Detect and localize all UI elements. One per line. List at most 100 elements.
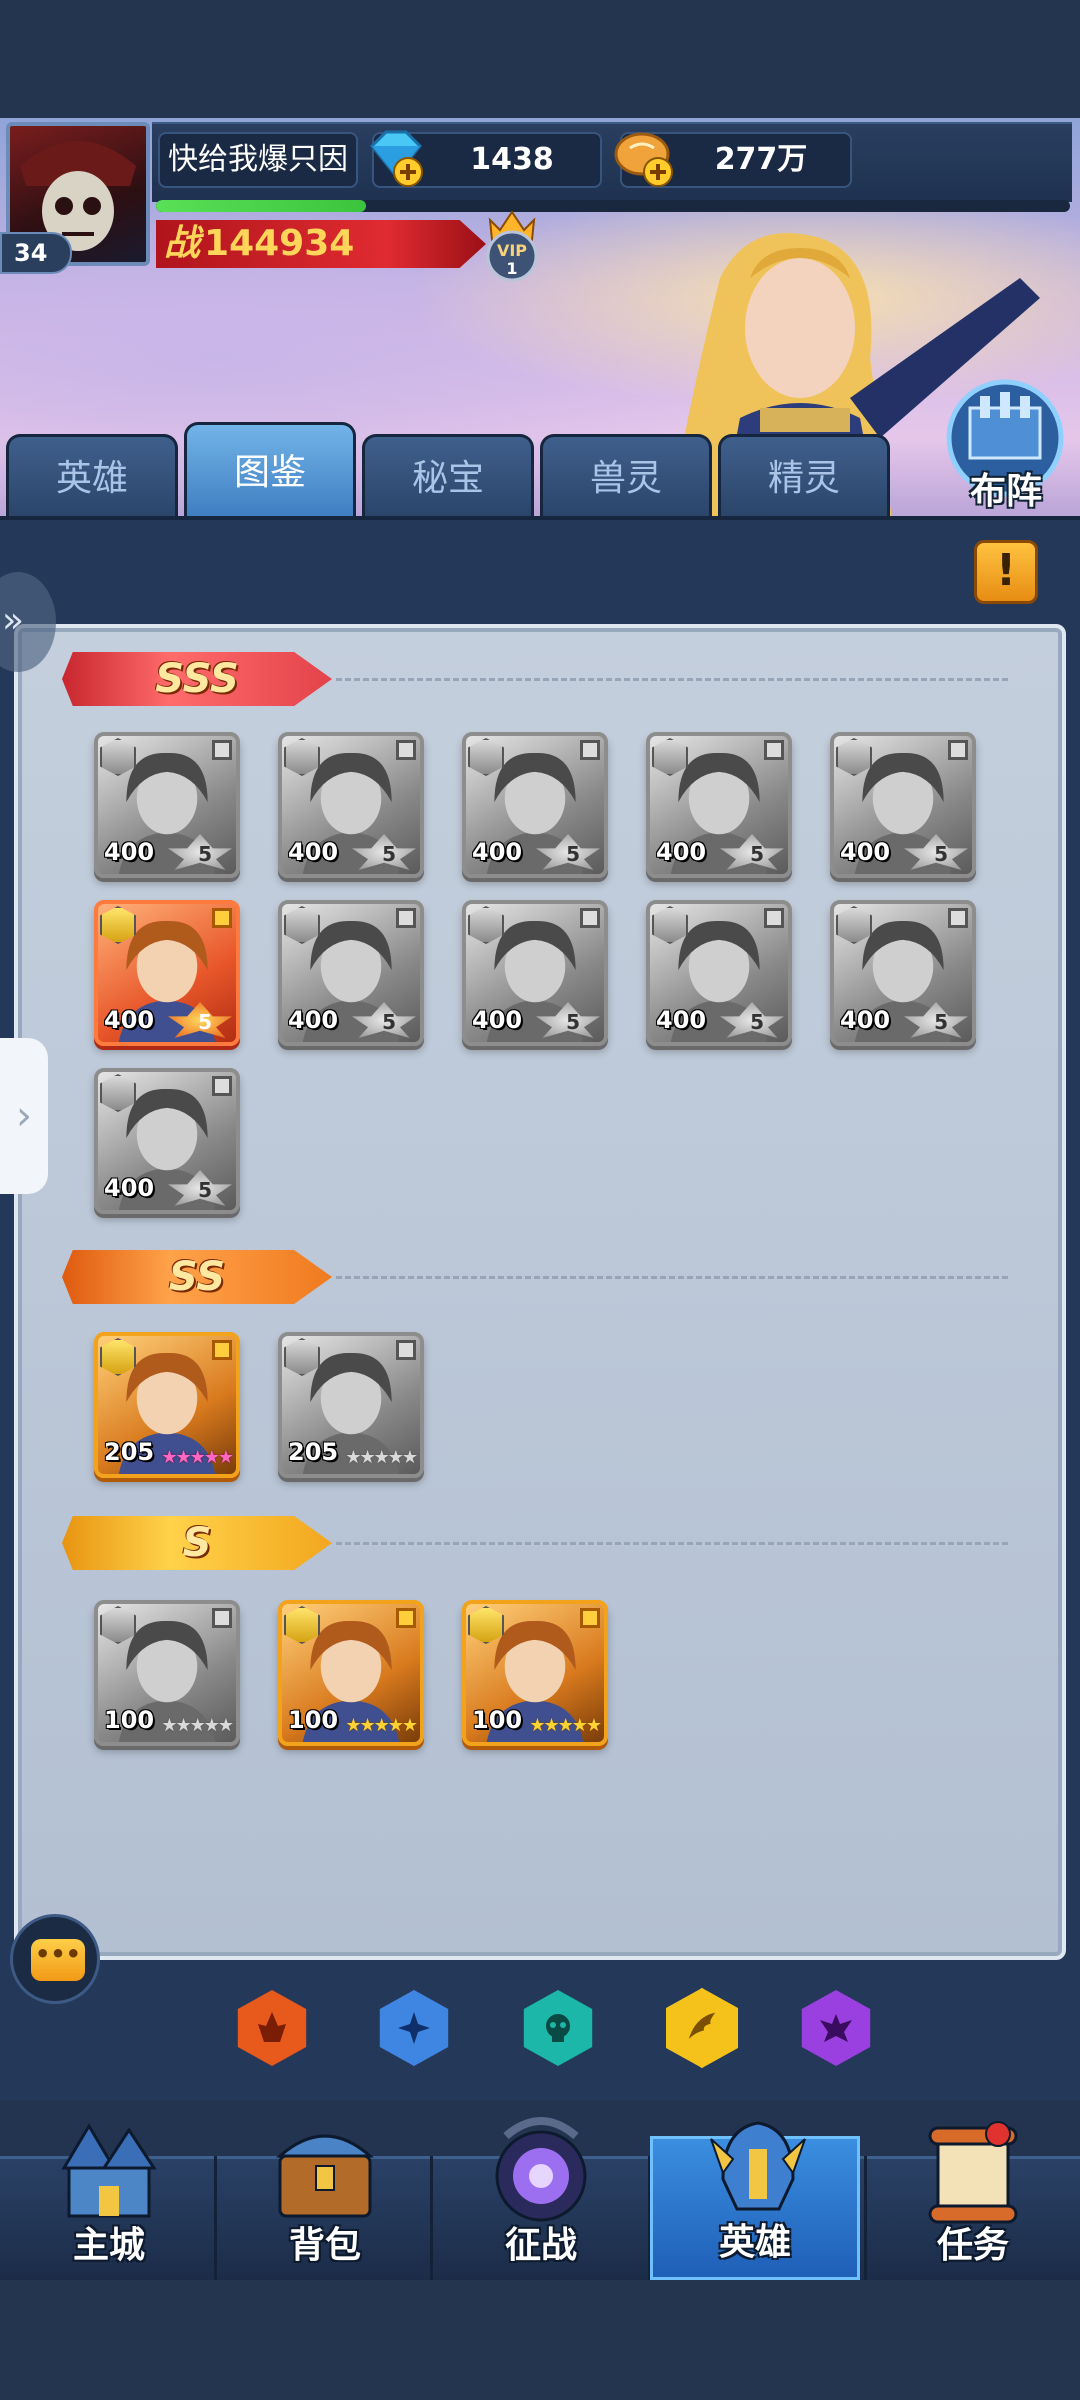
exp-progress-fill: [156, 200, 367, 212]
class-corner-icon: [212, 1340, 232, 1360]
hero-level: 400: [472, 1006, 523, 1034]
gold-add-icon[interactable]: [612, 126, 678, 190]
star-count: 5: [566, 1010, 580, 1034]
player-level-badge: 34: [0, 232, 72, 274]
star-rating: ★★★★★: [529, 1715, 602, 1736]
hero-card[interactable]: 400 5: [830, 732, 976, 878]
hero-level: 400: [656, 1006, 707, 1034]
warning-button[interactable]: !: [974, 540, 1038, 604]
hero-level: 100: [104, 1706, 155, 1734]
chat-button[interactable]: •••: [10, 1914, 100, 2004]
star-count: 5: [198, 1178, 212, 1202]
hero-card[interactable]: 100 ★★★★★: [94, 1600, 240, 1746]
hero-level: 400: [840, 838, 891, 866]
nav-campaign[interactable]: 征战: [436, 2106, 646, 2280]
class-corner-icon: [948, 740, 968, 760]
side-drawer-handle[interactable]: ›: [0, 1038, 48, 1194]
nav-quests-label: 任务: [936, 2225, 1009, 2266]
rank-sss-divider: [336, 678, 1008, 681]
hero-card[interactable]: 100 ★★★★★: [462, 1600, 608, 1746]
hero-level: 400: [656, 838, 707, 866]
star-rating: ★★★★★: [345, 1715, 418, 1736]
tab-beast-spirit[interactable]: 兽灵: [540, 434, 712, 520]
class-corner-icon: [212, 740, 232, 760]
hero-level: 400: [840, 1006, 891, 1034]
combat-power-bar: 战 144934: [156, 220, 486, 268]
class-corner-icon: [212, 908, 232, 928]
class-corner-icon: [396, 1340, 416, 1360]
class-corner-icon: [764, 908, 784, 928]
hero-card[interactable]: 400 5: [462, 900, 608, 1046]
hero-card[interactable]: 400 5: [646, 900, 792, 1046]
hero-level: 400: [104, 1006, 155, 1034]
nav-backpack-label: 背包: [288, 2225, 361, 2266]
hero-level: 100: [288, 1706, 339, 1734]
hero-level: 400: [472, 838, 523, 866]
chat-icon: •••: [31, 1939, 85, 1981]
double-chevron-icon: »: [2, 600, 25, 641]
nav-heroes[interactable]: 英雄: [650, 2121, 860, 2280]
nav-separator: [864, 2156, 867, 2280]
status-bar-area: [0, 0, 1080, 118]
hero-card[interactable]: 400 5: [830, 900, 976, 1046]
tab-heroes[interactable]: 英雄: [6, 434, 178, 520]
class-corner-icon: [212, 1076, 232, 1096]
class-corner-icon: [396, 740, 416, 760]
tab-treasure[interactable]: 秘宝: [362, 434, 534, 520]
hero-card[interactable]: 400 5: [94, 1068, 240, 1214]
star-rating: ★★★★★: [345, 1447, 418, 1468]
star-count: 5: [750, 1010, 764, 1034]
class-corner-icon: [580, 1608, 600, 1628]
class-corner-icon: [396, 1608, 416, 1628]
vip-badge[interactable]: VIP 1: [476, 206, 548, 284]
hero-level: 205: [288, 1438, 339, 1466]
hero-card[interactable]: 205 ★★★★★: [94, 1332, 240, 1478]
hero-level: 400: [288, 838, 339, 866]
nav-separator: [214, 2156, 217, 2280]
star-count: 5: [934, 1010, 948, 1034]
star-count: 5: [198, 842, 212, 866]
tab-elf[interactable]: 精灵: [718, 434, 890, 520]
hero-card[interactable]: 400 5: [278, 732, 424, 878]
star-count: 5: [566, 842, 580, 866]
star-rating: ★★★★★: [161, 1715, 234, 1736]
rank-ss-ribbon: SS: [62, 1250, 332, 1304]
lineup-label: 布阵: [969, 471, 1042, 512]
star-count: 5: [382, 842, 396, 866]
rank-s-divider: [336, 1542, 1008, 1545]
hero-card[interactable]: 400 5: [462, 732, 608, 878]
hero-level: 205: [104, 1438, 155, 1466]
star-count: 5: [934, 842, 948, 866]
nav-backpack[interactable]: 背包: [220, 2106, 430, 2280]
tab-codex[interactable]: 图鉴: [184, 422, 356, 520]
star-rating: ★★★★★: [161, 1447, 234, 1468]
hero-level: 100: [472, 1706, 523, 1734]
nav-separator: [430, 2156, 433, 2280]
nav-main-city[interactable]: 主城: [4, 2106, 214, 2280]
nav-quests[interactable]: 任务: [868, 2106, 1078, 2280]
hero-level: 400: [104, 838, 155, 866]
tab-bar: 英雄 图鉴 秘宝 兽灵 精灵: [0, 422, 920, 520]
nav-main-city-label: 主城: [72, 2225, 145, 2266]
nav-heroes-label: 英雄: [718, 2222, 791, 2263]
class-corner-icon: [580, 908, 600, 928]
class-corner-icon: [212, 1608, 232, 1628]
power-prefix: 战: [164, 223, 201, 264]
class-corner-icon: [580, 740, 600, 760]
rank-sss-ribbon: SSS: [62, 652, 332, 706]
star-count: 5: [750, 842, 764, 866]
hero-card[interactable]: 205 ★★★★★: [278, 1332, 424, 1478]
nav-campaign-label: 征战: [504, 2225, 577, 2266]
hero-card[interactable]: 400 5: [646, 732, 792, 878]
player-name: 快给我爆只因: [158, 132, 358, 188]
star-count: 5: [382, 1010, 396, 1034]
gem-count: 1438: [470, 142, 554, 177]
hero-card[interactable]: 400 5: [94, 732, 240, 878]
combat-power-value: 144934: [204, 223, 355, 264]
class-corner-icon: [948, 908, 968, 928]
hero-card[interactable]: 100 ★★★★★: [278, 1600, 424, 1746]
gem-add-icon[interactable]: [362, 126, 428, 190]
hero-card[interactable]: 400 5: [94, 900, 240, 1046]
hero-card[interactable]: 400 5: [278, 900, 424, 1046]
vip-level: 1: [506, 259, 517, 278]
